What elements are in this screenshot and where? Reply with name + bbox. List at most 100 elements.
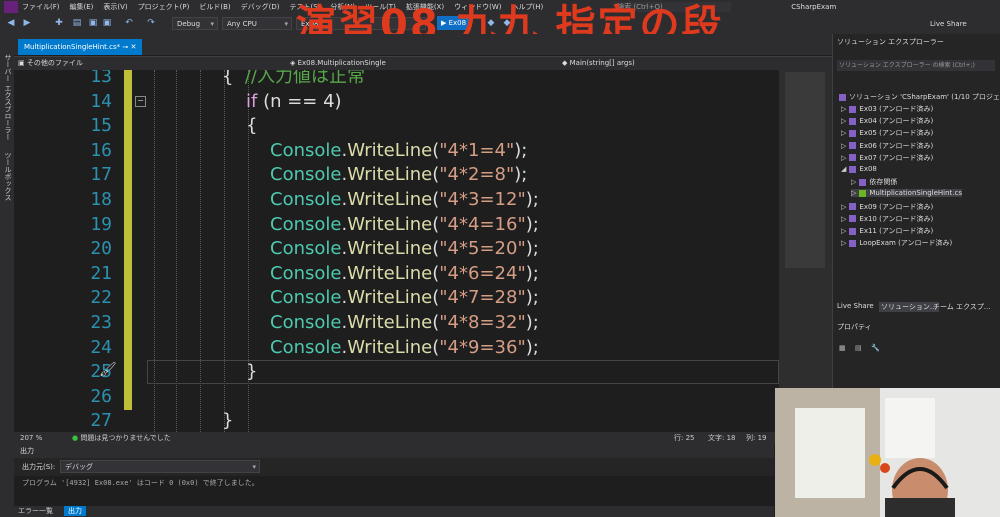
tree-item-label: LoopExam (アンロード済み) [859, 239, 953, 248]
tree-item[interactable]: ▷ Ex07 (アンロード済み) [841, 153, 933, 163]
undo-icon[interactable]: ↶ [124, 18, 134, 28]
tree-item[interactable]: ▷ Ex09 (アンロード済み) [841, 202, 933, 212]
expand-arrow-icon[interactable]: ▷ [841, 105, 846, 113]
live-share-button[interactable]: Live Share [930, 20, 967, 28]
code-line: Console.WriteLine("4*3=12"); [270, 188, 539, 212]
wrench-icon[interactable]: 🔧 [871, 344, 880, 352]
menu-view[interactable]: 表示(V) [103, 2, 127, 12]
expand-arrow-icon[interactable]: ▷ [841, 129, 846, 137]
code-line: if (n == 4) [246, 90, 342, 114]
redo-icon[interactable]: ↷ [146, 18, 156, 28]
tree-item-label: 依存関係 [869, 178, 898, 187]
tab-solution[interactable]: ソリューション... [879, 302, 939, 312]
categorized-icon[interactable]: ▦ [839, 344, 846, 352]
expand-arrow-icon[interactable]: ▷ [851, 178, 856, 186]
vs-logo-icon [4, 1, 18, 13]
save-all-icon[interactable]: ▣ [102, 18, 112, 28]
solution-icon [839, 93, 846, 101]
tree-item[interactable]: ▷ Ex11 (アンロード済み) [841, 226, 933, 236]
code-token: WriteLine [347, 312, 433, 333]
expand-arrow-icon[interactable]: ▷ [841, 154, 846, 162]
collapse-toggle-icon[interactable]: − [135, 96, 146, 107]
output-source-select[interactable]: デバッグ ▾ [60, 460, 260, 473]
expand-arrow-icon[interactable]: ▷ [841, 142, 846, 150]
tree-item[interactable]: ▷ 依存関係 [851, 177, 897, 187]
new-project-icon[interactable]: ✚ [54, 18, 64, 28]
menu-debug[interactable]: デバッグ(D) [241, 2, 280, 12]
bottom-panel-tabs: エラー一覧 出力 [14, 506, 774, 517]
menu-build[interactable]: ビルド(B) [199, 2, 230, 12]
expand-arrow-icon[interactable]: ▷ [841, 203, 846, 211]
editor-status-bar: 207 % ● 問題は見つかりませんでした 行: 25 文字: 18 列: 19 [14, 432, 832, 444]
line-number: 21 [90, 262, 112, 284]
menu-project[interactable]: プロジェクト(P) [138, 2, 190, 12]
expand-arrow-icon[interactable]: ▷ [851, 189, 856, 197]
code-line: } [222, 409, 233, 432]
expand-arrow-icon[interactable]: ▷ [841, 215, 846, 223]
tab-output[interactable]: 出力 [64, 506, 86, 516]
tree-item-label: Ex09 (アンロード済み) [859, 202, 934, 211]
line-number: 23 [90, 312, 112, 333]
line-number: 24 [90, 336, 112, 358]
save-icon[interactable]: ▣ [88, 18, 98, 28]
code-editor[interactable]: − 🖌 13{ //入力値は正常 14 if (n == 4) 15{16 Consol… [14, 70, 779, 432]
line-number: 13 [90, 70, 112, 87]
open-icon[interactable]: ▤ [72, 18, 82, 28]
tab-team-explorer[interactable]: チーム エクスプ... [933, 302, 990, 312]
solution-node[interactable]: ソリューション 'CSharpExam' (1/10 プロジェクト) [839, 92, 1000, 102]
tree-item[interactable]: ▷ Ex10 (アンロード済み) [841, 214, 933, 224]
code-token: Console [270, 262, 342, 284]
scrollbar-thumb[interactable] [785, 72, 825, 268]
code-token: ); [525, 262, 539, 284]
code-token: (n == 4) [257, 90, 342, 112]
tab-error-list[interactable]: エラー一覧 [18, 506, 53, 516]
line-number: 17 [90, 164, 112, 186]
solution-search-input[interactable]: ソリューション エクスプローラー の検索 (Ctrl+;) [837, 60, 995, 71]
project-nav-select[interactable]: ▣ その他のファイル [18, 58, 288, 69]
output-toolbar: 出力元(S): デバッグ ▾ [14, 458, 774, 476]
project-icon [849, 239, 857, 247]
tab-live-share[interactable]: Live Share [837, 302, 874, 310]
expand-arrow-icon[interactable]: ▷ [841, 227, 846, 235]
code-token: ); [525, 238, 539, 260]
project-icon [849, 142, 857, 150]
tree-item[interactable]: ▷ LoopExam (アンロード済み) [841, 238, 952, 248]
line-indicator: 行: 25 [674, 434, 695, 442]
code-line: Console.WriteLine("4*4=16"); [270, 213, 539, 237]
tab-multiplication-single-hint[interactable]: MultiplicationSingleHint.cs* ⊸ ✕ [18, 39, 143, 55]
server-explorer-tab[interactable]: サーバー エクスプローラー [3, 54, 13, 140]
code-token: "4*8=32" [439, 312, 526, 333]
class-nav-select[interactable]: ◈ Ex08.MultiplicationSingle [290, 58, 560, 69]
member-nav-select[interactable]: ◆ Main(string[] args) [562, 58, 822, 69]
menu-edit[interactable]: 編集(E) [70, 2, 94, 12]
right-panel-tabs: Live Share ソリューション... チーム エクスプ... [833, 302, 1000, 314]
line-number: 27 [90, 410, 112, 432]
code-line: Console.WriteLine("4*7=28"); [270, 286, 539, 310]
alphabetical-icon[interactable]: ▤ [855, 344, 862, 352]
zoom-level[interactable]: 207 % [20, 432, 42, 444]
forward-icon[interactable]: ▶ [22, 18, 32, 28]
toolbox-tab[interactable]: ツールボックス [3, 152, 13, 201]
expand-arrow-icon[interactable]: ▷ [841, 239, 846, 247]
line-number: 25 [90, 361, 112, 383]
code-token: "4*6=24" [439, 262, 526, 284]
back-icon[interactable]: ◀ [6, 18, 16, 28]
document-tabs: MultiplicationSingleHint.cs* ⊸ ✕ [14, 34, 834, 55]
expand-arrow-icon[interactable]: ◢ [841, 165, 846, 173]
code-token: } [246, 361, 258, 383]
expand-arrow-icon[interactable]: ▷ [841, 117, 846, 125]
tree-item[interactable]: ▷ Ex04 (アンロード済み) [841, 116, 933, 126]
close-icon[interactable]: ✕ [130, 43, 136, 51]
editor-scrollbar-map[interactable] [779, 70, 832, 432]
config-select[interactable]: Debug ▾ [172, 17, 218, 30]
tree-item[interactable]: ▷ Ex03 (アンロード済み) [841, 104, 933, 114]
tree-item[interactable]: ▷ MultiplicationSingleHint.cs [851, 189, 963, 198]
tree-item[interactable]: ◢ Ex08 [841, 165, 877, 173]
menu-file[interactable]: ファイル(F) [22, 2, 60, 12]
issues-status[interactable]: ● 問題は見つかりませんでした [72, 432, 171, 444]
pin-icon[interactable]: ⊸ [122, 43, 128, 51]
code-token: "4*7=28" [439, 287, 526, 309]
tree-item[interactable]: ▷ Ex06 (アンロード済み) [841, 141, 933, 151]
platform-select[interactable]: Any CPU ▾ [222, 17, 292, 30]
tree-item[interactable]: ▷ Ex05 (アンロード済み) [841, 128, 933, 138]
